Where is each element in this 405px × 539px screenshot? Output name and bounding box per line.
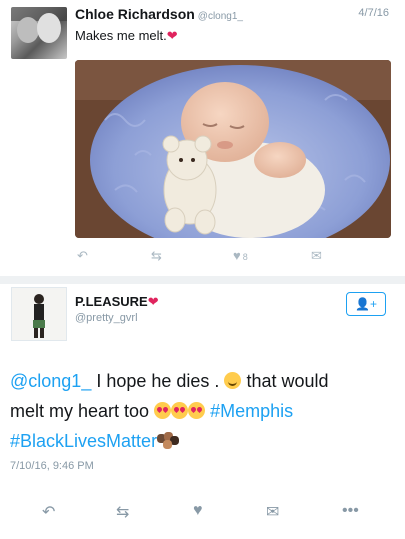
retweet-icon[interactable]: ⇆ — [151, 248, 162, 264]
retweet-icon[interactable]: ⇆ — [116, 502, 129, 522]
tweet-text-a: I hope he dies . — [96, 371, 220, 391]
more-icon[interactable]: ••• — [342, 502, 359, 520]
follow-button[interactable]: 👤+ — [346, 292, 386, 316]
tweet-reply: P.LEASURE❤ @pretty_gvrl 👤+ @clong1_ I ho… — [0, 284, 405, 539]
tweet-timestamp[interactable]: 7/10/16, 9:46 PM — [10, 460, 94, 472]
follow-user-icon: 👤 — [355, 297, 370, 311]
display-name[interactable]: Chloe Richardson — [75, 6, 195, 22]
dm-icon[interactable]: ✉ — [311, 248, 322, 264]
mention-link[interactable]: @clong1_ — [10, 371, 91, 391]
dm-icon[interactable]: ✉ — [266, 502, 279, 522]
divider — [0, 276, 405, 284]
smile-emoji-icon — [224, 372, 242, 389]
tweet-date[interactable]: 4/7/16 — [358, 7, 389, 19]
heart-emoji-icon: ❤ — [166, 28, 178, 43]
like-count: 8 — [242, 252, 248, 262]
user-handle[interactable]: @clong1_ — [198, 11, 243, 22]
tweet-text: Makes me melt.❤ — [75, 28, 178, 44]
hashtag-link[interactable]: #BlackLivesMatter — [10, 431, 157, 451]
tweet-author[interactable]: P.LEASURE❤ — [75, 294, 159, 310]
avatar[interactable] — [11, 7, 67, 59]
tweet-original: Chloe Richardson @clong1_ 4/7/16 Makes me… — [0, 0, 405, 276]
tweet-actions: ↶ ⇆ ♥ 8 ✉ — [75, 248, 335, 266]
reply-icon[interactable]: ↶ — [77, 248, 88, 264]
hashtag-link[interactable]: #Memphis — [210, 401, 293, 421]
tweet-author[interactable]: Chloe Richardson @clong1_ — [75, 6, 243, 22]
display-name[interactable]: P.LEASURE — [75, 294, 148, 309]
tweet-text-c: melt my heart too — [10, 401, 150, 421]
tweet-actions: ↶ ⇆ ♥ ✉ ••• — [0, 502, 405, 524]
tweet-photo[interactable] — [75, 60, 391, 238]
user-handle[interactable]: @pretty_gvrl — [75, 312, 138, 324]
heart-emoji-icon: ❤ — [147, 294, 159, 309]
tweet-body: @clong1_ I hope he dies . that would mel… — [10, 366, 400, 456]
tweet-text-content: Makes me melt. — [75, 28, 167, 43]
heart-eyes-emoji-icon — [188, 402, 206, 419]
tweet-text-b: that would — [246, 371, 329, 391]
heart-icon: ♥ — [233, 248, 241, 263]
avatar[interactable] — [11, 287, 67, 341]
reply-icon[interactable]: ↶ — [42, 502, 55, 522]
baby-photo-icon — [75, 60, 391, 238]
heart-eyes-emoji-icon — [154, 402, 172, 419]
like-button[interactable]: ♥ 8 — [233, 248, 248, 263]
heart-eyes-emoji-icon — [171, 402, 189, 419]
heart-icon[interactable]: ♥ — [193, 502, 203, 520]
raised-fists-emoji-icon — [157, 432, 180, 449]
